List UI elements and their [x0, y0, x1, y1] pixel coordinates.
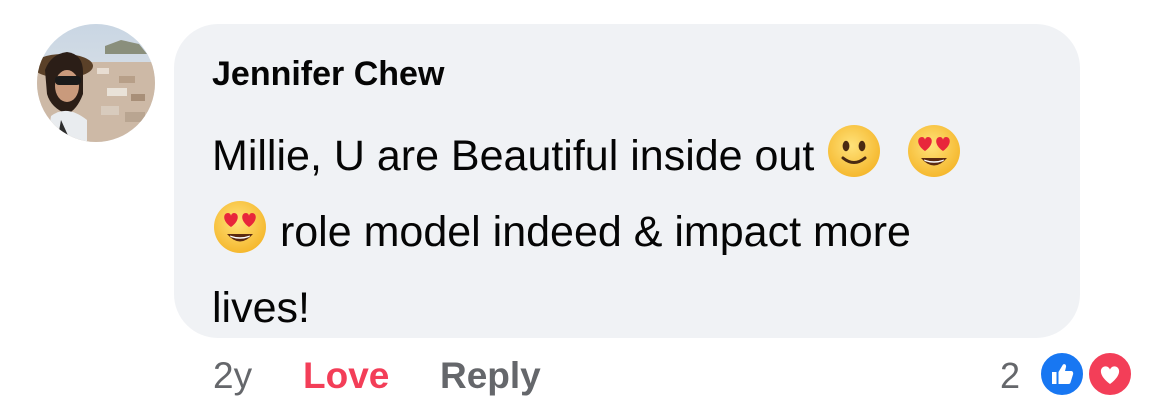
comment-text: Millie, U are Beautiful inside out role …: [212, 118, 1044, 346]
avatar[interactable]: [37, 24, 155, 142]
comment-bubble: Jennifer Chew Millie, U are Beautiful in…: [174, 24, 1080, 338]
slightly-smiling-face-emoji: [826, 123, 882, 179]
heart-icon: [1086, 350, 1134, 398]
comment-line-2: role model indeed & impact more: [212, 194, 1044, 270]
comment-text-line-1: Millie, U are Beautiful inside out: [212, 132, 815, 180]
comment-timestamp[interactable]: 2y: [213, 354, 252, 398]
like-icon: [1038, 350, 1086, 398]
comment-author[interactable]: Jennifer Chew: [212, 52, 1044, 96]
comment-text-line-3: lives!: [212, 284, 310, 332]
reaction-count: 2: [1000, 355, 1021, 396]
comment-line-1: Millie, U are Beautiful inside out: [212, 118, 1044, 194]
reply-button[interactable]: Reply: [440, 354, 541, 398]
comment-line-3: lives!: [212, 270, 1044, 346]
love-button[interactable]: Love: [303, 354, 389, 398]
heart-eyes-emoji: [906, 123, 962, 179]
comment-text-line-2: role model indeed & impact more: [279, 208, 911, 256]
heart-eyes-emoji: [212, 199, 268, 255]
